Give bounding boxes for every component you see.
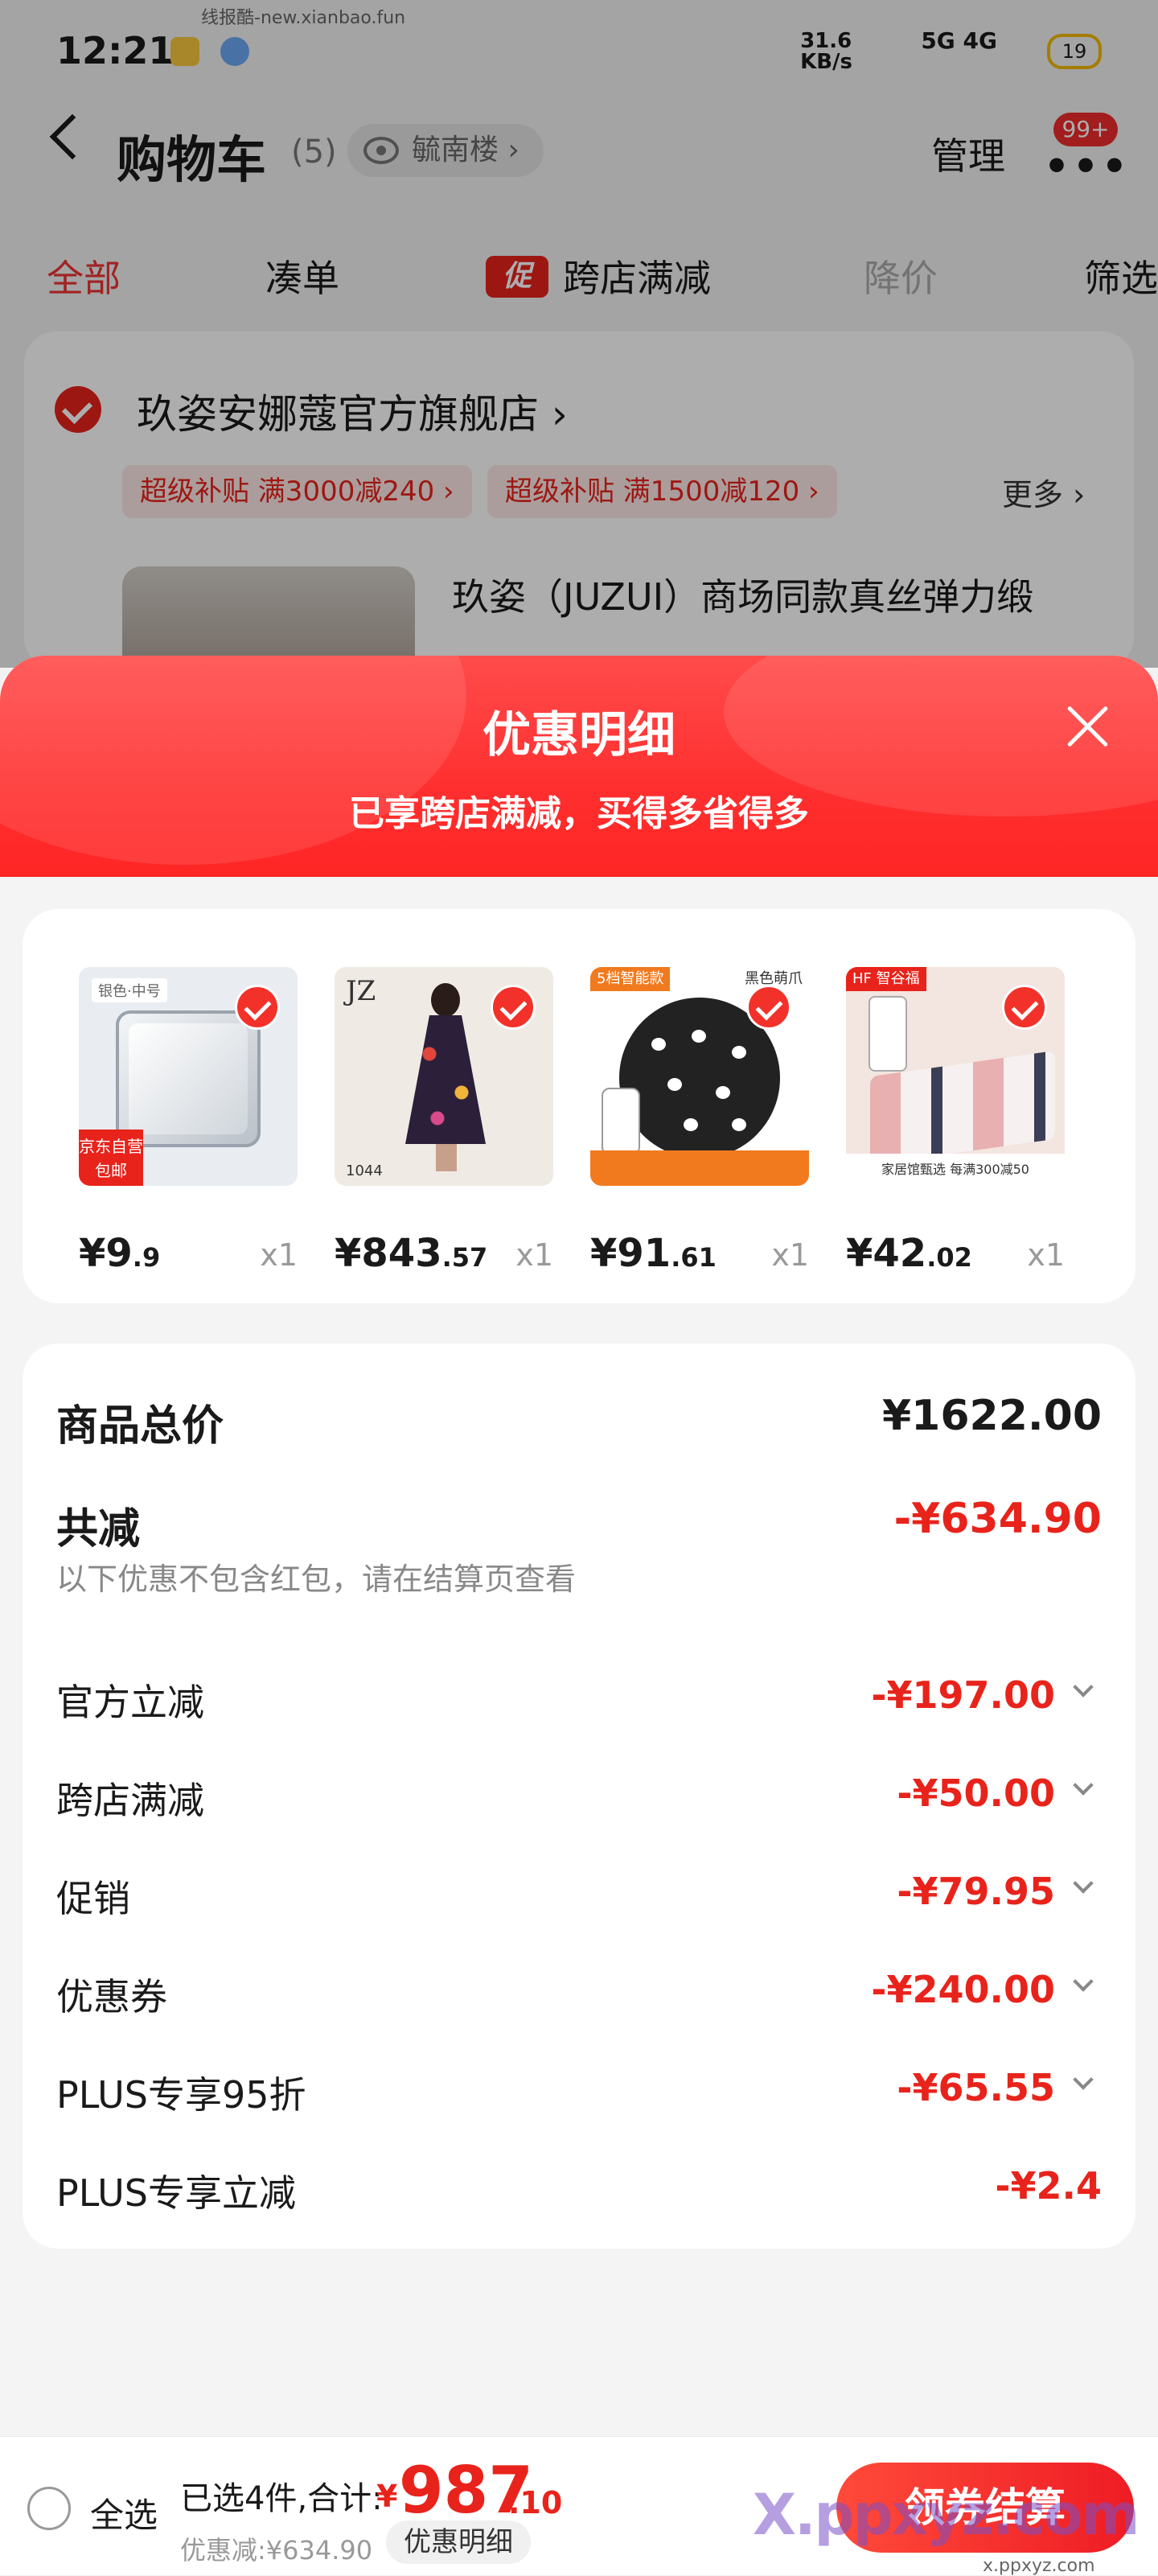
discount-detail-button[interactable]: 优惠明细 [386, 2520, 531, 2564]
total-price-value: ¥1622.00 [881, 1392, 1102, 1440]
discount-label: 官方立减 [56, 1681, 204, 1724]
item-price: ¥42.02 [846, 1231, 972, 1276]
item-image: 银色·中号 京东自营 包邮 [79, 967, 298, 1186]
item-check-icon [235, 985, 280, 1030]
dim-overlay[interactable] [0, 0, 1158, 668]
item-image-label: 银色·中号 [92, 978, 167, 1002]
item-check-icon [491, 985, 536, 1030]
item-check-icon [746, 985, 791, 1030]
item-quantity: x1 [771, 1237, 809, 1273]
close-icon[interactable] [1063, 702, 1111, 751]
chevron-down-icon[interactable] [1073, 1971, 1094, 1992]
jd-self-operated-tag: 京东自营 包邮 [79, 1130, 143, 1186]
item-image: HF 智谷福 家居馆甄选 每满300减50 [846, 967, 1065, 1186]
selected-item[interactable]: HF 智谷福 家居馆甄选 每满300减50 ¥42.02 x1 [846, 967, 1065, 1276]
total-reduce-label: 共减 [56, 1505, 141, 1553]
chevron-down-icon[interactable] [1073, 1873, 1094, 1894]
discount-value: -¥65.55 [897, 2066, 1055, 2109]
item-tag: 5档智能款 [590, 967, 671, 991]
discount-value: -¥50.00 [897, 1772, 1055, 1815]
saved-amount: 优惠减:¥634.90 [180, 2535, 373, 2566]
discount-value: -¥79.95 [897, 1870, 1055, 1913]
total-price-label: 商品总价 [56, 1402, 224, 1451]
sheet-header: 优惠明细 已享跨店满减，买得多省得多 [0, 656, 1158, 877]
discount-label: 优惠券 [56, 1975, 167, 2018]
selection-summary: 已选4件,合计: [180, 2480, 383, 2517]
item-quantity: x1 [515, 1237, 553, 1273]
item-quantity: x1 [1027, 1237, 1065, 1273]
discount-label: 促销 [56, 1877, 130, 1920]
selected-item[interactable]: 银色·中号 京东自营 包邮 ¥9.9 x1 [79, 967, 298, 1276]
reduce-note: 以下优惠不包含红包，请在结算页查看 [56, 1562, 577, 1597]
item-price: ¥843.57 [335, 1231, 488, 1276]
item-image-number: 1044 [346, 1162, 383, 1179]
total-amount-decimal: .10 [508, 2485, 563, 2520]
chevron-down-icon[interactable] [1073, 2069, 1094, 2090]
brand-logo: JZ [346, 975, 376, 1007]
item-quantity: x1 [260, 1237, 298, 1273]
discount-value: -¥2.4 [995, 2164, 1102, 2208]
sheet-subtitle: 已享跨店满减，买得多省得多 [349, 793, 809, 834]
checkout-bar: 全选 已选4件,合计: ¥ 987 .10 优惠减:¥634.90 优惠明细 领… [0, 2436, 1158, 2576]
discount-value: -¥197.00 [871, 1673, 1055, 1717]
selected-items-card: 银色·中号 京东自营 包邮 ¥9.9 x1 JZ 1044 ¥843.57 x1 [23, 909, 1135, 1303]
discount-detail-sheet: 优惠明细 已享跨店满减，买得多省得多 银色·中号 京东自营 包邮 ¥9.9 x1… [0, 656, 1158, 2574]
item-tag: HF 智谷福 [846, 967, 926, 991]
discount-label: 跨店满减 [56, 1779, 204, 1822]
select-all-label[interactable]: 全选 [90, 2488, 158, 2537]
price-detail-card: 商品总价 ¥1622.00 共减 -¥634.90 以下优惠不包含红包，请在结算… [23, 1344, 1135, 2249]
discount-label: PLUS专享95折 [56, 2073, 306, 2117]
item-check-icon [1002, 985, 1047, 1030]
watermark-brand: X.ppxyz.com [753, 2482, 1140, 2548]
item-promo-band: 家居馆甄选 每满300减50 [846, 1154, 1065, 1186]
watermark-url: x.ppxyz.com [983, 2556, 1095, 2576]
item-image: JZ 1044 [335, 967, 553, 1186]
total-reduce-value: -¥634.90 [893, 1495, 1102, 1543]
total-currency: ¥ [376, 2479, 398, 2514]
selected-item[interactable]: 5档智能款 黑色萌爪 ¥91.61 x1 [590, 967, 809, 1276]
item-image: 5档智能款 黑色萌爪 [590, 967, 809, 1186]
select-all-radio[interactable] [27, 2487, 71, 2530]
item-price: ¥9.9 [79, 1231, 161, 1276]
item-price: ¥91.61 [590, 1231, 717, 1276]
chevron-down-icon[interactable] [1073, 1775, 1094, 1796]
chevron-down-icon[interactable] [1073, 1677, 1094, 1697]
discount-label: PLUS专享立减 [56, 2171, 296, 2215]
sheet-title: 优惠明细 [482, 707, 676, 763]
discount-value: -¥240.00 [871, 1968, 1055, 2011]
selected-item[interactable]: JZ 1044 ¥843.57 x1 [335, 967, 553, 1276]
